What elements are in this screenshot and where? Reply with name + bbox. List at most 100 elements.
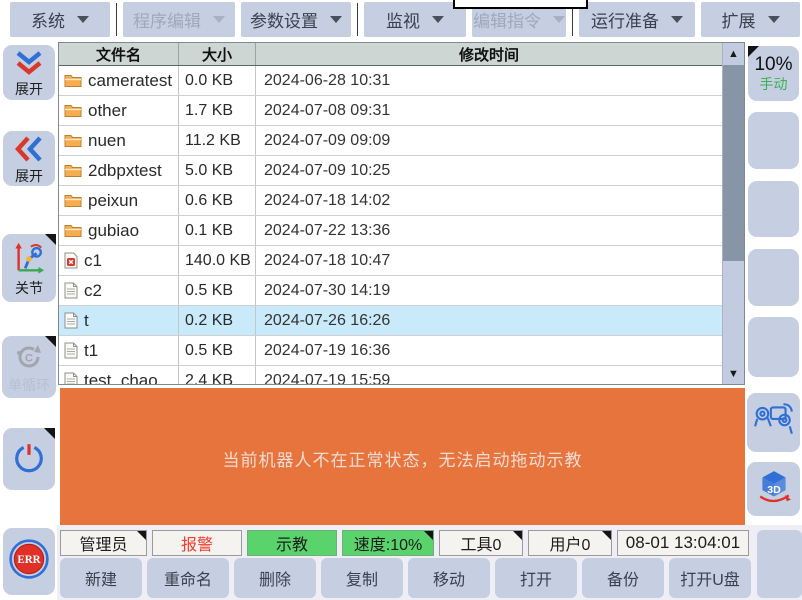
folder-icon xyxy=(64,133,82,148)
menu-extension[interactable]: 扩展 xyxy=(701,2,800,37)
chevron-down-icon xyxy=(330,16,342,23)
view-3d-button[interactable]: 3D xyxy=(747,462,800,516)
table-row[interactable]: 2dbpxtest5.0 KB2024-07-09 10:25 xyxy=(59,156,722,186)
joint-coordinate-button[interactable]: 关节 xyxy=(2,234,56,302)
table-row[interactable]: t0.2 KB2024-07-26 16:26 xyxy=(59,306,722,336)
servo-power-button[interactable] xyxy=(3,428,55,490)
status-alarm[interactable]: 报警 xyxy=(152,530,242,556)
expand-left-label: 展开 xyxy=(15,169,43,183)
menu-system-label: 系统 xyxy=(31,7,65,32)
status-user-level[interactable]: 管理员 xyxy=(60,530,147,556)
drag-teach-icon xyxy=(753,402,795,443)
file-name-cell: gubiao xyxy=(59,216,179,245)
table-row[interactable]: gubiao0.1 KB2024-07-22 13:36 xyxy=(59,216,722,246)
status-user-frame[interactable]: 用户0 xyxy=(528,530,612,556)
menu-run-preparation[interactable]: 运行准备 xyxy=(579,2,695,37)
file-name-cell: t xyxy=(59,306,179,335)
status-tool[interactable]: 工具0 xyxy=(439,530,523,556)
expand-down-button[interactable]: 展开 xyxy=(3,45,55,100)
status-bar: 管理员 报警 示教 速度:10% 工具0 用户0 08-01 13:04:01 xyxy=(60,530,749,556)
table-row[interactable]: nuen11.2 KB2024-07-09 09:09 xyxy=(59,126,722,156)
table-row[interactable]: t10.5 KB2024-07-19 16:36 xyxy=(59,336,722,366)
file-table-body: cameratest0.0 KB2024-06-28 10:31other1.7… xyxy=(59,66,722,384)
chevron-down-icon xyxy=(432,16,444,23)
file-size-cell: 1.7 KB xyxy=(179,96,256,125)
command-button[interactable]: 移动 xyxy=(408,558,490,598)
drag-teach-button[interactable] xyxy=(747,393,800,452)
command-button[interactable]: 备份 xyxy=(582,558,664,598)
file-modified-cell: 2024-07-09 10:25 xyxy=(256,156,722,185)
folder-icon xyxy=(64,163,82,178)
menu-parameter-settings[interactable]: 参数设置 xyxy=(241,2,351,37)
command-button[interactable]: 打开 xyxy=(495,558,577,598)
table-row[interactable]: c1140.0 KB2024-07-18 10:47 xyxy=(59,246,722,276)
menu-monitor[interactable]: 监视 xyxy=(364,2,466,37)
file-command-buttons: 新建重命名删除复制移动打开备份打开U盘 xyxy=(60,558,751,598)
partial-right-button[interactable] xyxy=(757,530,802,598)
file-size-cell: 0.1 KB xyxy=(179,216,256,245)
joint-label: 关节 xyxy=(15,281,43,295)
file-name-cell: t1 xyxy=(59,336,179,365)
svg-text:3D: 3D xyxy=(767,483,781,495)
expand-left-icon xyxy=(15,135,43,168)
table-row[interactable]: other1.7 KB2024-07-08 09:31 xyxy=(59,96,722,126)
menu-extension-label: 扩展 xyxy=(722,7,756,32)
scrollbar-thumb[interactable] xyxy=(723,65,744,261)
right-blank-button-4[interactable] xyxy=(748,317,799,377)
command-button[interactable]: 复制 xyxy=(321,558,403,598)
teach-pendant-screen: 系统 程序编辑 参数设置 监视 编辑指令 运行准备 扩展 xyxy=(0,0,802,600)
file-modified-cell: 2024-07-22 13:36 xyxy=(256,216,722,245)
file-name-cell: nuen xyxy=(59,126,179,155)
expand-down-icon xyxy=(13,50,45,81)
column-header-size[interactable]: 大小 xyxy=(179,43,256,65)
mode-manual-label: 手动 xyxy=(760,77,788,92)
file-size-cell: 0.2 KB xyxy=(179,306,256,335)
file-icon xyxy=(64,312,78,329)
file-name: c1 xyxy=(84,251,102,271)
speed-mode-button[interactable]: 10% 手动 xyxy=(748,46,799,101)
status-speed[interactable]: 速度:10% xyxy=(342,530,434,556)
status-teach-mode[interactable]: 示教 xyxy=(247,530,337,556)
file-size-cell: 0.5 KB xyxy=(179,276,256,305)
command-button[interactable]: 删除 xyxy=(234,558,316,598)
right-blank-button-2[interactable] xyxy=(748,181,799,237)
folder-icon xyxy=(64,103,82,118)
table-row[interactable]: test_chao2.4 KB2024-07-19 15:59 xyxy=(59,366,722,384)
file-modified-cell: 2024-07-08 09:31 xyxy=(256,96,722,125)
table-row[interactable]: c20.5 KB2024-07-30 14:19 xyxy=(59,276,722,306)
expand-left-button[interactable]: 展开 xyxy=(3,131,55,186)
folder-icon xyxy=(64,223,82,238)
warning-message-panel: 当前机器人不在正常状态，无法启动拖动示教 xyxy=(60,388,745,528)
single-cycle-button: C 单循环 xyxy=(2,336,56,398)
scrollbar[interactable]: ▲ ▼ xyxy=(722,43,744,384)
right-blank-button-1[interactable] xyxy=(748,112,799,169)
error-button[interactable]: ERR xyxy=(3,528,55,595)
status-clock-value: 08-01 13:04:01 xyxy=(626,533,740,553)
menu-system[interactable]: 系统 xyxy=(10,2,110,37)
file-icon xyxy=(64,282,78,299)
file-name: t1 xyxy=(84,341,98,361)
command-button[interactable]: 打开U盘 xyxy=(669,558,751,598)
column-header-filename[interactable]: 文件名 xyxy=(59,43,179,65)
status-clock: 08-01 13:04:01 xyxy=(617,530,749,556)
folder-icon xyxy=(64,193,82,208)
file-modified-cell: 2024-07-09 09:09 xyxy=(256,126,722,155)
chevron-down-icon xyxy=(671,16,683,23)
command-button[interactable]: 重命名 xyxy=(147,558,229,598)
program-file-icon xyxy=(64,252,78,269)
scroll-up-icon[interactable]: ▲ xyxy=(723,43,744,64)
file-size-cell: 5.0 KB xyxy=(179,156,256,185)
corner-triangle-icon xyxy=(602,531,611,540)
command-button[interactable]: 新建 xyxy=(60,558,142,598)
table-row[interactable]: cameratest0.0 KB2024-06-28 10:31 xyxy=(59,66,722,96)
file-name: c2 xyxy=(84,281,102,301)
corner-triangle-icon xyxy=(424,531,433,540)
single-cycle-icon: C xyxy=(14,342,44,377)
warning-message-text: 当前机器人不在正常状态，无法启动拖动示教 xyxy=(223,446,583,471)
scroll-down-icon[interactable]: ▼ xyxy=(723,363,744,384)
right-blank-button-3[interactable] xyxy=(748,249,799,306)
menu-parameter-settings-label: 参数设置 xyxy=(250,7,318,32)
menu-program-edit: 程序编辑 xyxy=(123,2,235,37)
column-header-modified[interactable]: 修改时间 xyxy=(256,43,722,65)
table-row[interactable]: peixun0.6 KB2024-07-18 14:02 xyxy=(59,186,722,216)
